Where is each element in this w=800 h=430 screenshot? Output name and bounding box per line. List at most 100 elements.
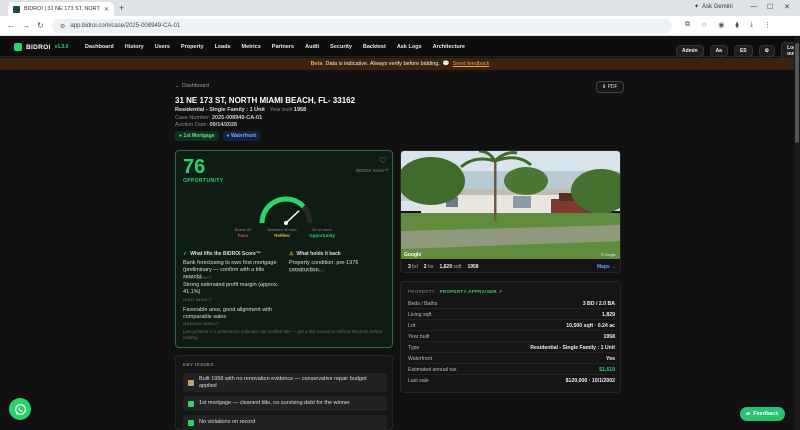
reload-icon[interactable]: ↻	[37, 21, 44, 30]
property-row: Living sqft 1,829	[408, 312, 615, 318]
download-icon[interactable]: ⤓	[750, 21, 753, 29]
settings-gear-icon[interactable]: ⚙	[758, 45, 776, 57]
close-tab-icon[interactable]: ✕	[104, 6, 109, 13]
issue-item: No violations on record	[183, 415, 387, 430]
page-scrollbar[interactable]	[794, 37, 800, 430]
back-to-dashboard-link[interactable]: ← Dashboard	[175, 83, 209, 89]
download-pdf-button[interactable]: ⬇ PDF	[596, 81, 624, 93]
property-row: Type Residential - Single Family : 1 Unit	[408, 345, 615, 351]
nav-backtest[interactable]: Backtest	[363, 44, 386, 50]
stat-year-value: 1958	[467, 264, 479, 270]
site-info-icon[interactable]: ⚙	[60, 23, 65, 30]
case-tags: ● 1st Mortgage ● Waterfront	[175, 131, 261, 141]
zone-opportunity-label: Opportunity	[309, 233, 335, 238]
browser-tab[interactable]: BIDROI | 31 NE 173 ST, NORT ✕	[8, 2, 114, 16]
gauge-hub	[284, 221, 288, 225]
nav-dashboard[interactable]: Dashboard	[85, 44, 114, 50]
row-value: 10,500 sqft · 0.24 ac	[566, 323, 615, 329]
stat-baths-value: 2	[423, 264, 427, 270]
extension-icon[interactable]: ◉	[718, 21, 724, 29]
nav-leads[interactable]: Leads	[215, 44, 231, 50]
street-view-card: Google © Google 3 bd 2 ba 1,829 sqft 195…	[400, 150, 621, 273]
minimize-icon[interactable]: —	[750, 3, 757, 10]
font-size-button[interactable]: Aa	[709, 45, 728, 57]
new-tab-icon[interactable]: +	[119, 3, 124, 13]
nav-metrics[interactable]: Metrics	[242, 44, 261, 50]
maximize-icon[interactable]: ☐	[767, 3, 773, 11]
logo-text: BIDROI	[26, 43, 51, 51]
issue-text: Built 1958 with no renovation evidence —…	[199, 375, 367, 389]
app-logo[interactable]: BIDROI v1.3.0	[14, 43, 68, 51]
zone-opportunity-range: 60 or more	[312, 227, 332, 232]
nav-audit[interactable]: Audit	[305, 44, 319, 50]
case-number-line: Case Number: 2025-008949-CA-01	[175, 115, 262, 121]
maps-link[interactable]: Maps →	[597, 264, 616, 270]
whatsapp-button[interactable]	[9, 398, 31, 420]
property-type: Residential - Single Family : 1 Unit	[175, 107, 265, 113]
key-issues-card: KEY ISSUES Built 1958 with no renovation…	[175, 355, 393, 430]
row-value: Yes	[606, 356, 615, 362]
issue-item: 1st mortgage — cleanest title, no surviv…	[183, 396, 387, 411]
send-feedback-link[interactable]: Send feedback	[453, 61, 490, 67]
row-divider	[408, 341, 615, 342]
window-close-icon[interactable]: ✕	[784, 3, 790, 11]
property-row: Beds / Baths 3 BD / 2.0 BA	[408, 301, 615, 307]
address-bar[interactable]: ⚙ app.bidroi.com/case/2025-008949-CA-01	[52, 19, 672, 33]
row-divider	[408, 319, 615, 320]
puzzle-icon[interactable]: ⧫	[735, 21, 738, 29]
ask-gemini-button[interactable]: ✦ Ask Gemini	[694, 3, 733, 11]
nav-property[interactable]: Property	[181, 44, 204, 50]
property-header: PROPERTY PROPERTY APPRAISER ↗	[408, 289, 503, 295]
street-view-image[interactable]	[401, 151, 621, 259]
score-label: OPPORTUNITY	[183, 178, 224, 184]
warning-icon: ⚠	[289, 251, 294, 257]
nav-security[interactable]: Security	[330, 44, 352, 50]
browser-menu-icon[interactable]: ⋮	[764, 21, 771, 29]
google-copyright: © Google	[601, 253, 616, 257]
extension-icons: ⧉ ☆ ◉ ⧫ ⤓ ⋮	[685, 21, 771, 29]
bookmark-star-icon[interactable]: ☆	[701, 21, 707, 29]
gemini-icon: ✦	[694, 4, 700, 10]
whatsapp-icon	[14, 403, 26, 415]
nav-architecture[interactable]: Architecture	[433, 44, 465, 50]
year-built-label: Year built	[269, 107, 293, 113]
back-arrow-icon[interactable]: ←	[7, 21, 15, 30]
main-menu: Dashboard History Users Property Leads M…	[85, 44, 465, 50]
row-divider	[408, 363, 615, 364]
row-key: Estimated annual tax	[408, 367, 457, 373]
favorite-heart-icon[interactable]: ♡	[379, 156, 386, 165]
url-text: app.bidroi.com/case/2025-008949-CA-01	[70, 23, 181, 29]
row-key: Last sale	[408, 378, 429, 384]
feedback-button[interactable]: ▰ Feedback	[740, 407, 785, 421]
stat-baths-unit: ba	[427, 264, 434, 270]
beta-text: Data is indicative. Always verify before…	[325, 61, 440, 67]
nav-partners[interactable]: Partners	[272, 44, 294, 50]
nav-users[interactable]: Users	[155, 44, 170, 50]
lift-impact: HIGH IMPACT	[183, 297, 213, 302]
tab-title: BIDROI | 31 NE 173 ST, NORT	[24, 6, 100, 12]
check-icon	[188, 419, 194, 426]
gauge-needle	[285, 210, 300, 224]
row-key: Waterfront	[408, 356, 433, 362]
property-row: Lot 10,500 sqft · 0.24 ac	[408, 323, 615, 329]
app-header: BIDROI v1.3.0 Dashboard History Users Pr…	[0, 37, 800, 60]
stat-sqft-value: 1,829	[439, 264, 452, 270]
property-appraiser-link[interactable]: PROPERTY APPRAISER ↗	[440, 289, 503, 294]
zone-review-label: Review	[274, 233, 290, 238]
holds-header: ⚠ What holds it back	[289, 251, 341, 257]
stat-baths: 2 ba	[424, 264, 434, 270]
score-gauge	[259, 196, 313, 225]
scrollbar-thumb[interactable]	[795, 43, 799, 143]
language-button[interactable]: ES	[733, 45, 753, 57]
translate-icon[interactable]: ⧉	[685, 21, 690, 29]
forward-arrow-icon[interactable]: →	[22, 21, 30, 30]
logo-icon	[14, 43, 22, 51]
tag-first-mortgage: ● 1st Mortgage	[175, 131, 219, 141]
nav-history[interactable]: History	[125, 44, 144, 50]
year-built-value: 1958	[293, 107, 307, 113]
nav-ask-logs[interactable]: Ask Logs	[397, 44, 422, 50]
property-row: Year built 1958	[408, 334, 615, 340]
check-icon: ✓	[183, 251, 188, 257]
ask-gemini-label: Ask Gemini	[702, 3, 733, 10]
admin-badge[interactable]: Admin	[676, 45, 704, 57]
